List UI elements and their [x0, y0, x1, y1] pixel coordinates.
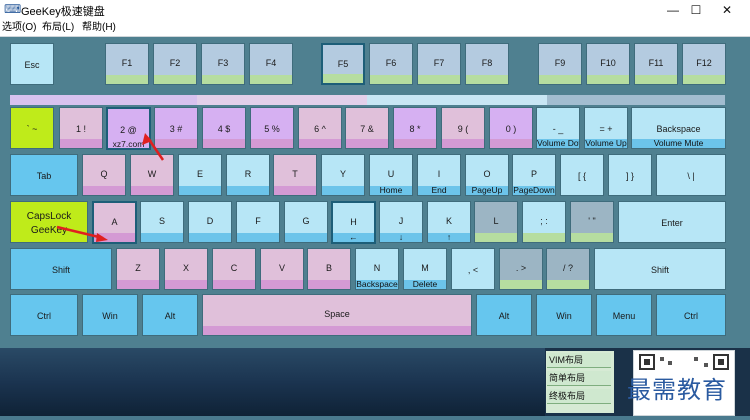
arrow-head-key-a [96, 233, 108, 242]
arrow-to-key-a [56, 225, 104, 240]
annotation-arrows [56, 133, 165, 242]
